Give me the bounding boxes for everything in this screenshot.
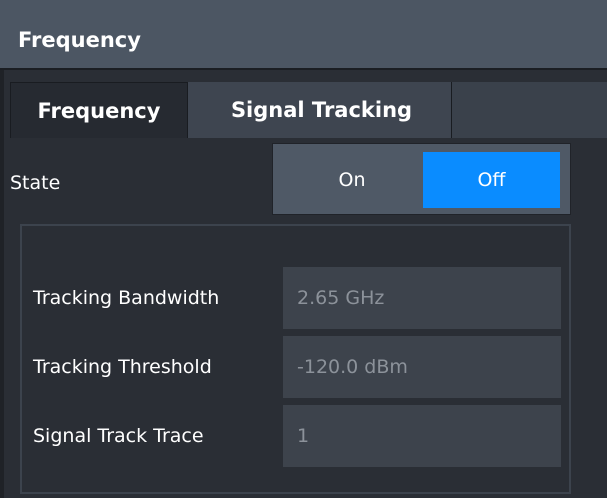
tracking-threshold-field[interactable]: -120.0 dBm xyxy=(283,336,561,398)
signal-track-trace-field[interactable]: 1 xyxy=(283,405,561,467)
tracking-threshold-label: Tracking Threshold xyxy=(33,356,212,378)
tab-bar: Frequency Signal Tracking xyxy=(10,82,607,138)
dialog-titlebar[interactable]: Frequency xyxy=(0,0,607,70)
frequency-dialog: Frequency Frequency Signal Tracking Stat… xyxy=(0,0,607,498)
tab-signal-tracking[interactable]: Signal Tracking xyxy=(192,82,452,138)
tab-frequency[interactable]: Frequency xyxy=(10,82,188,138)
state-toggle: On Off xyxy=(272,143,571,215)
tracking-bandwidth-label: Tracking Bandwidth xyxy=(33,287,220,309)
state-label: State xyxy=(10,172,61,194)
signal-track-trace-label: Signal Track Trace xyxy=(33,425,204,447)
state-off-button[interactable]: Off xyxy=(423,152,560,208)
state-on-button[interactable]: On xyxy=(281,152,423,208)
dialog-left-edge xyxy=(0,70,4,498)
dialog-title: Frequency xyxy=(18,28,141,52)
tab-bar-filler xyxy=(452,82,607,138)
tracking-bandwidth-field[interactable]: 2.65 GHz xyxy=(283,267,561,329)
